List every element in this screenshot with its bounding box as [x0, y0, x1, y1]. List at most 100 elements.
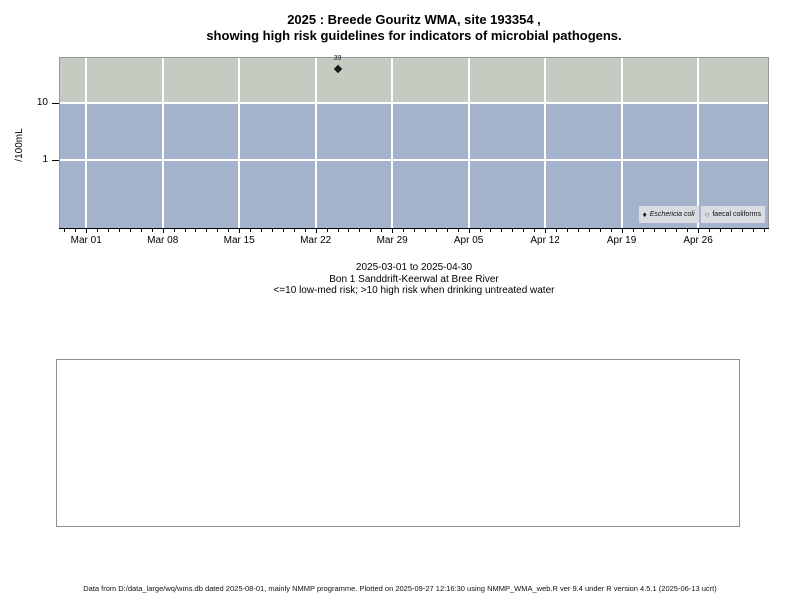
- risk-band-high: [60, 58, 768, 103]
- x-gridline: [85, 58, 87, 228]
- legend-item-faecal-coliforms: ○ faecal coliforms: [701, 206, 765, 223]
- x-tick-label: Mar 29: [367, 235, 417, 246]
- x-tick-minor: [578, 229, 579, 232]
- x-gridline: [162, 58, 164, 228]
- x-gridline: [391, 58, 393, 228]
- legend-label-faecal-coliforms: faecal coliforms: [712, 211, 761, 218]
- x-tick-minor: [764, 229, 765, 232]
- chart-title-line1: 2025 : Breede Gouritz WMA, site 193354 ,: [60, 12, 768, 28]
- chart-subtitle: 2025-03-01 to 2025-04-30 Bon 1 Sanddrift…: [60, 262, 768, 297]
- x-tick-minor: [567, 229, 568, 232]
- x-tick-minor: [348, 229, 349, 232]
- x-tick-minor: [217, 229, 218, 232]
- x-tick-label: Mar 15: [214, 235, 264, 246]
- x-tick-major: [163, 229, 164, 233]
- panel-border-right: [768, 57, 769, 229]
- subtitle-site-name: Bon 1 Sanddrift-Keerwal at Bree River: [60, 274, 768, 286]
- x-tick-minor: [556, 229, 557, 232]
- x-tick-label: Mar 08: [138, 235, 188, 246]
- chart-panel: ♦ Eschericia coli ○ faecal coliforms 39: [60, 58, 768, 228]
- x-tick-major: [622, 229, 623, 233]
- x-gridline: [697, 58, 699, 228]
- x-tick-minor: [458, 229, 459, 232]
- x-tick-minor: [381, 229, 382, 232]
- x-tick-minor: [327, 229, 328, 232]
- x-tick-major: [698, 229, 699, 233]
- x-tick-minor: [206, 229, 207, 232]
- x-tick-minor: [283, 229, 284, 232]
- legend-label-ecoli: Eschericia coli: [650, 211, 695, 218]
- x-tick-label: Apr 05: [444, 235, 494, 246]
- x-tick-minor: [338, 229, 339, 232]
- x-tick-minor: [589, 229, 590, 232]
- x-tick-minor: [523, 229, 524, 232]
- x-gridline: [238, 58, 240, 228]
- x-tick-minor: [643, 229, 644, 232]
- subtitle-date-range: 2025-03-01 to 2025-04-30: [60, 262, 768, 274]
- x-gridline: [621, 58, 623, 228]
- x-tick-minor: [97, 229, 98, 232]
- x-gridline: [315, 58, 317, 228]
- y-tick: [52, 160, 59, 161]
- x-tick-minor: [152, 229, 153, 232]
- x-tick-minor: [185, 229, 186, 232]
- y-gridline: [60, 102, 768, 104]
- x-tick-major: [545, 229, 546, 233]
- chart-title-line2: showing high risk guidelines for indicat…: [60, 28, 768, 44]
- x-tick-label: Mar 22: [291, 235, 341, 246]
- x-gridline: [544, 58, 546, 228]
- x-tick-minor: [228, 229, 229, 232]
- x-tick-minor: [359, 229, 360, 232]
- x-tick-minor: [436, 229, 437, 232]
- subtitle-risk-note: <=10 low-med risk; >10 high risk when dr…: [60, 285, 768, 297]
- x-tick-minor: [272, 229, 273, 232]
- x-tick-minor: [174, 229, 175, 232]
- x-tick-major: [86, 229, 87, 233]
- x-tick-label: Apr 19: [597, 235, 647, 246]
- x-tick-minor: [425, 229, 426, 232]
- x-tick-minor: [294, 229, 295, 232]
- y-axis-title: /100mL: [14, 125, 26, 165]
- x-tick-minor: [130, 229, 131, 232]
- x-tick-minor: [611, 229, 612, 232]
- x-tick-minor: [414, 229, 415, 232]
- y-tick: [52, 103, 59, 104]
- x-tick-minor: [195, 229, 196, 232]
- x-tick-label: Apr 12: [520, 235, 570, 246]
- x-tick-minor: [64, 229, 65, 232]
- data-point-label: 39: [334, 55, 342, 62]
- x-tick-minor: [108, 229, 109, 232]
- x-tick-minor: [75, 229, 76, 232]
- filled-diamond-icon: ♦: [643, 211, 647, 219]
- x-tick-minor: [753, 229, 754, 232]
- x-tick-label: Mar 01: [61, 235, 111, 246]
- x-tick-minor: [512, 229, 513, 232]
- x-tick-minor: [447, 229, 448, 232]
- chart-legend: ♦ Eschericia coli ○ faecal coliforms: [639, 206, 765, 223]
- panel-border-top: [59, 57, 769, 58]
- footer-note: Data from D:/data_large/wq/wms.db dated …: [0, 584, 800, 593]
- x-tick-minor: [742, 229, 743, 232]
- y-gridline: [60, 159, 768, 161]
- x-tick-minor: [370, 229, 371, 232]
- x-tick-major: [316, 229, 317, 233]
- x-tick-minor: [633, 229, 634, 232]
- x-tick-minor: [600, 229, 601, 232]
- x-tick-minor: [534, 229, 535, 232]
- x-tick-minor: [305, 229, 306, 232]
- empty-panel: [56, 359, 740, 527]
- x-tick-minor: [261, 229, 262, 232]
- x-gridline: [468, 58, 470, 228]
- x-tick-major: [239, 229, 240, 233]
- x-tick-minor: [665, 229, 666, 232]
- x-tick-minor: [731, 229, 732, 232]
- plot-canvas: 2025 : Breede Gouritz WMA, site 193354 ,…: [0, 0, 800, 600]
- x-tick-major: [392, 229, 393, 233]
- x-tick-minor: [480, 229, 481, 232]
- panel-border-left: [59, 57, 60, 229]
- x-tick-minor: [141, 229, 142, 232]
- x-tick-minor: [676, 229, 677, 232]
- x-tick-minor: [654, 229, 655, 232]
- x-tick-minor: [501, 229, 502, 232]
- x-tick-minor: [720, 229, 721, 232]
